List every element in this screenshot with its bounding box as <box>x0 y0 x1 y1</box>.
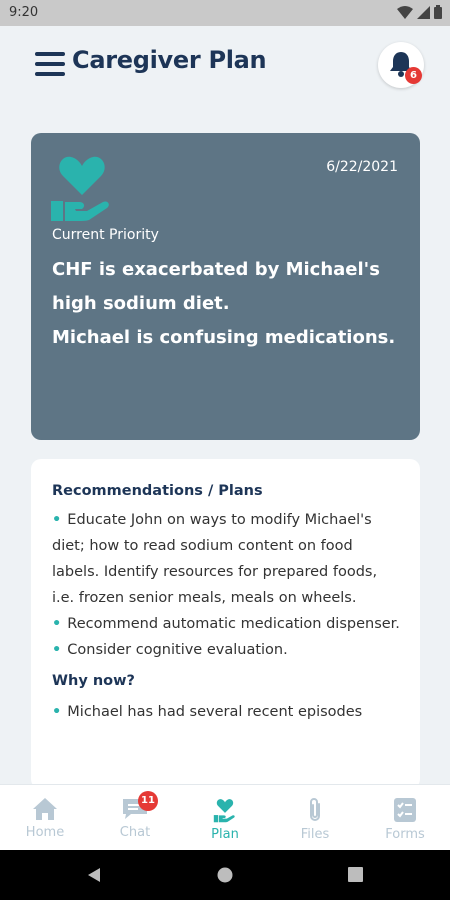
nav-label-forms: Forms <box>385 827 425 842</box>
nav-item-files[interactable]: Files <box>270 785 360 850</box>
bullet-icon: • <box>52 642 62 658</box>
bottom-nav: Home 11 Chat Plan Files Forms <box>0 784 450 850</box>
nav-item-home[interactable]: Home <box>0 785 90 850</box>
list-item: • Educate John on ways to modify Michael'… <box>52 507 402 611</box>
home-icon <box>33 798 57 820</box>
nav-label-files: Files <box>300 827 330 842</box>
nav-label-chat: Chat <box>119 825 151 840</box>
list-item-text: Recommend automatic medication dispenser… <box>67 616 400 632</box>
notifications-button[interactable]: 6 <box>378 42 424 88</box>
recommendations-heading: Recommendations / Plans <box>52 483 263 499</box>
nav-item-chat[interactable]: 11 Chat <box>90 785 180 850</box>
checklist-icon <box>394 798 416 822</box>
notification-badge: 6 <box>405 67 422 84</box>
list-item-text: Educate John on ways to modify Michael's… <box>52 512 378 606</box>
battery-icon <box>434 5 442 19</box>
status-time: 9:20 <box>9 5 39 20</box>
bullet-icon: • <box>52 616 62 632</box>
chat-badge: 11 <box>138 791 158 811</box>
status-icons <box>397 5 442 19</box>
priority-line: CHF is exacerbated by Michael's high sod… <box>52 259 380 314</box>
home-circle-icon[interactable] <box>217 867 233 883</box>
priority-date: 6/22/2021 <box>326 159 398 175</box>
list-item: • Michael has had several recent episodes <box>52 699 402 725</box>
system-nav-bar <box>0 850 450 900</box>
list-item-text: Michael has had several recent episodes <box>67 704 363 720</box>
recommendations-card: Recommendations / Plans • Educate John on… <box>31 459 420 789</box>
nav-item-forms[interactable]: Forms <box>360 785 450 850</box>
priority-line: Michael is confusing medications. <box>52 327 396 348</box>
nav-label-home: Home <box>25 825 65 840</box>
bullet-icon: • <box>52 704 62 720</box>
why-now-heading: Why now? <box>52 673 135 689</box>
heart-hand-icon <box>51 156 109 221</box>
list-item-text: Consider cognitive evaluation. <box>67 642 288 658</box>
paperclip-icon <box>310 798 320 821</box>
nav-label-plan: Plan <box>211 827 239 842</box>
current-priority-card[interactable]: 6/22/2021 Current Priority CHF is exacer… <box>31 133 420 440</box>
bullet-icon: • <box>52 512 62 528</box>
nav-item-plan[interactable]: Plan <box>180 785 270 850</box>
app-header: Caregiver Plan 6 <box>0 26 450 106</box>
status-bar: 9:20 <box>0 0 450 26</box>
back-icon[interactable] <box>86 867 102 883</box>
list-item: • Consider cognitive evaluation. <box>52 637 402 663</box>
menu-icon[interactable] <box>35 52 65 76</box>
priority-label: Current Priority <box>52 227 159 243</box>
page-title: Caregiver Plan <box>72 46 267 74</box>
recents-icon[interactable] <box>348 867 363 882</box>
wifi-icon <box>397 5 413 19</box>
list-item: • Recommend automatic medication dispense… <box>52 611 402 637</box>
priority-text: CHF is exacerbated by Michael's high sod… <box>52 253 407 355</box>
heart-hand-icon <box>213 799 235 823</box>
signal-icon <box>417 5 430 19</box>
